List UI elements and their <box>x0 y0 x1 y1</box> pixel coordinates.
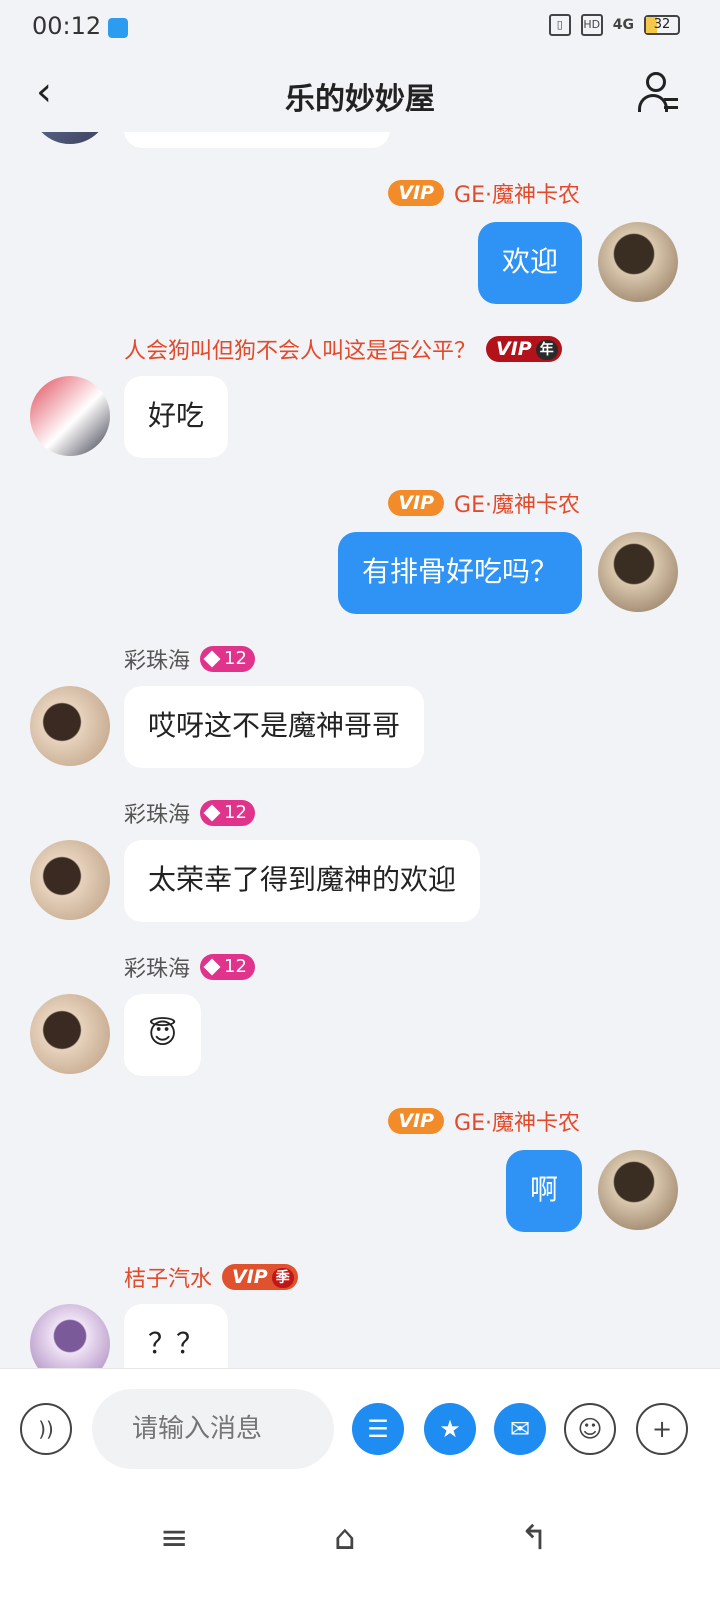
sender-name: GE·魔神卡农 <box>454 183 580 208</box>
avatar[interactable] <box>30 840 110 920</box>
sender-row: VIP GE·魔神卡农 <box>388 1106 580 1136</box>
sender-name: 桔子汽水 <box>124 1267 213 1292</box>
message-input[interactable] <box>92 1389 334 1469</box>
battery-icon: 32 <box>644 15 680 35</box>
avatar[interactable] <box>598 222 678 302</box>
status-time: 00:12 <box>32 12 102 40</box>
page-title: 乐的妙妙屋 <box>285 82 435 117</box>
vip-badge: VIP 季 <box>222 1264 298 1290</box>
avatar[interactable] <box>30 1304 110 1368</box>
sender-name: 人会狗叫但狗不会人叫这是否公平？ <box>124 339 477 364</box>
sender-name: 彩珠海 <box>124 803 191 828</box>
message-list[interactable]: VIP GE·魔神卡农 欢迎 人会狗叫但狗不会人叫这是否公平？ VIP 年 好吃 … <box>0 132 720 1368</box>
message-bubble[interactable]: 好吃 <box>124 376 229 458</box>
message-bubble[interactable]: 😇 <box>124 994 202 1076</box>
app-notification-icon <box>108 18 128 38</box>
battery-level: 32 <box>653 17 671 32</box>
gift-icon[interactable]: ☰ <box>352 1403 404 1455</box>
message-bubble[interactable]: 欢迎 <box>477 222 582 304</box>
menu-icon[interactable]: ≡ <box>160 1518 189 1558</box>
vip-badge: VIP 年 <box>486 336 562 362</box>
red-packet-icon[interactable]: ✉ <box>494 1403 546 1455</box>
vip-badge: VIP <box>388 180 445 206</box>
sender-name: GE·魔神卡农 <box>454 1111 580 1136</box>
message-bubble[interactable]: 啊 <box>505 1150 582 1232</box>
level-badge: 12 <box>200 954 255 980</box>
level-badge: 12 <box>200 800 255 826</box>
level-badge: 12 <box>200 646 255 672</box>
sender-row: 人会狗叫但狗不会人叫这是否公平？ VIP 年 <box>124 334 562 364</box>
status-bar: 00:12 ▯ HD 4G 32 <box>0 0 720 56</box>
status-icons: ▯ HD 4G 32 <box>548 14 680 36</box>
sender-row: 桔子汽水 VIP 季 <box>124 1262 298 1292</box>
home-icon[interactable]: ⌂ <box>334 1518 356 1558</box>
room-members-icon[interactable] <box>638 70 678 114</box>
sender-row: VIP GE·魔神卡农 <box>388 178 580 208</box>
avatar[interactable] <box>30 376 110 456</box>
message-bubble[interactable]: 有排骨好吃吗？ <box>337 532 582 614</box>
vip-badge: VIP <box>388 1108 445 1134</box>
message-bubble[interactable]: 哎呀这不是魔神哥哥 <box>124 686 425 768</box>
sender-name: 彩珠海 <box>124 957 191 982</box>
system-nav-bar: ≡ ⌂ ↰ <box>0 1488 720 1600</box>
input-bar: )) ☰ ★ ✉ ☺ + <box>0 1368 720 1489</box>
message-bubble[interactable] <box>124 132 390 148</box>
avatar[interactable] <box>598 1150 678 1230</box>
emoji-icon[interactable]: ☺ <box>564 1403 616 1455</box>
plus-icon[interactable]: + <box>636 1403 688 1455</box>
hd-icon: HD <box>580 14 603 36</box>
network-icon: 4G <box>612 17 634 33</box>
avatar[interactable] <box>30 132 110 144</box>
back-nav-icon[interactable]: ↰ <box>520 1518 549 1558</box>
avatar[interactable] <box>30 686 110 766</box>
trophy-icon[interactable]: ★ <box>424 1403 476 1455</box>
sender-row: 彩珠海 12 <box>124 952 255 982</box>
vip-badge: VIP <box>388 490 445 516</box>
avatar[interactable] <box>598 532 678 612</box>
sender-name: 彩珠海 <box>124 649 191 674</box>
sender-row: 彩珠海 12 <box>124 644 255 674</box>
sender-row: VIP GE·魔神卡农 <box>388 488 580 518</box>
chat-header: ‹ 乐的妙妙屋 <box>0 56 720 132</box>
sender-row: 彩珠海 12 <box>124 798 255 828</box>
voice-icon[interactable]: )) <box>20 1403 72 1455</box>
vibrate-icon: ▯ <box>548 14 571 36</box>
avatar[interactable] <box>30 994 110 1074</box>
message-bubble[interactable]: ？？ <box>124 1304 229 1368</box>
sender-name: GE·魔神卡农 <box>454 493 580 518</box>
message-bubble[interactable]: 太荣幸了得到魔神的欢迎 <box>124 840 481 922</box>
